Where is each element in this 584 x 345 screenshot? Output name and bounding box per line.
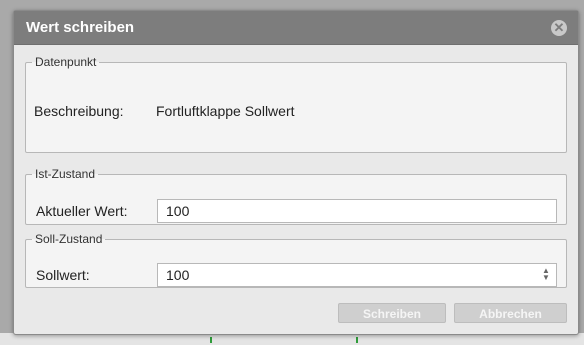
background-marker [356, 337, 358, 343]
soll-zustand-legend: Soll-Zustand [35, 232, 103, 246]
spinner-icon[interactable]: ▲ ▼ [542, 267, 550, 283]
beschreibung-value: Fortluftklappe Sollwert [156, 103, 295, 119]
aktueller-wert-label: Aktueller Wert: [36, 203, 128, 219]
abbrechen-button[interactable]: Abbrechen [454, 303, 567, 323]
close-icon[interactable]: ✕ [551, 20, 567, 36]
schreiben-button[interactable]: Schreiben [338, 303, 446, 323]
sollwert-value: 100 [166, 267, 190, 283]
datenpunkt-legend: Datenpunkt [35, 55, 97, 69]
beschreibung-label: Beschreibung: [34, 103, 124, 119]
dialog-title: Wert schreiben [26, 19, 135, 36]
ist-zustand-legend: Ist-Zustand [35, 167, 96, 181]
sollwert-label: Sollwert: [36, 267, 90, 283]
ist-zustand-group: Ist-Zustand Aktueller Wert: 100 [25, 167, 567, 225]
aktueller-wert-value: 100 [166, 203, 190, 219]
soll-zustand-group: Soll-Zustand Sollwert: 100 ▲ ▼ [25, 232, 567, 288]
background-marker [210, 337, 212, 343]
dialog-titlebar[interactable]: Wert schreiben ✕ [14, 11, 578, 45]
aktueller-wert-field[interactable]: 100 [157, 199, 557, 223]
datenpunkt-group: Datenpunkt Beschreibung: Fortluftklappe … [25, 55, 567, 153]
write-value-dialog: Wert schreiben ✕ Datenpunkt Beschreibung… [13, 10, 579, 335]
sollwert-stepper[interactable]: 100 ▲ ▼ [157, 263, 557, 287]
